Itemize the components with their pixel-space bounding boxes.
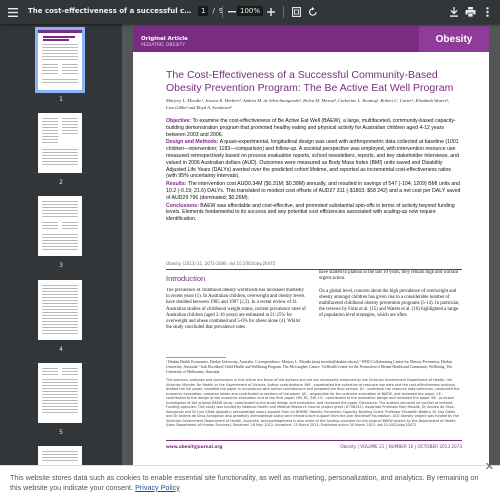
toolbar-divider [283, 6, 284, 18]
pdf-toolbar: The cost-effectiveness of a successful c… [0, 0, 500, 24]
current-page-input[interactable]: 1 [198, 6, 209, 16]
thumbnail-label: 4 [59, 346, 63, 353]
affiliations-footnote: ¹ Deakin Health Economics, Deakin Univer… [166, 360, 453, 374]
more-options-icon[interactable] [479, 4, 495, 20]
disclosure-fine-print: The opinions, analyses and conclusions i… [166, 378, 460, 427]
zoom-in-icon[interactable] [263, 4, 279, 20]
footer-rule [166, 440, 462, 441]
article-authors: Marjory L. Moodie¹, Jessica K. Herbert²,… [166, 98, 450, 110]
toolbar-divider [222, 6, 223, 18]
article-category-label: PEDIATRIC OBESITY [141, 43, 186, 48]
zoom-level[interactable]: 100% [237, 6, 264, 16]
page-thumbnail-5[interactable] [38, 363, 82, 423]
print-icon[interactable] [462, 4, 478, 20]
download-icon[interactable] [446, 4, 462, 20]
article-header-band: Original Article PEDIATRIC OBESITY Obesi… [133, 26, 489, 52]
page-thumbnail-1[interactable] [35, 27, 85, 93]
menu-icon[interactable] [5, 4, 21, 20]
thumbnail-sidebar: 1 2 3 4 5 [0, 24, 122, 500]
journal-name: Obesity [419, 26, 489, 52]
abstract-objective: Objective: To examine the cost-effective… [166, 118, 456, 138]
cookie-banner: This website stores data such as cookies… [0, 462, 500, 500]
footnote-rule [166, 357, 226, 358]
pdf-page: Original Article PEDIATRIC OBESITY Obesi… [133, 26, 489, 500]
intro-column-right: have started to plateau in the last 10 y… [319, 270, 460, 319]
page-separator: / [212, 7, 215, 15]
article-title: The Cost-Effectiveness of a Successful C… [166, 69, 454, 94]
thumbnail-label: 2 [59, 179, 63, 186]
thumbnail-label: 5 [59, 429, 63, 436]
intro-column-left: The prevalence of childhood obesity worl… [166, 288, 306, 331]
page-thumbnail-2[interactable] [38, 113, 82, 173]
close-icon[interactable]: ✕ [485, 462, 494, 473]
cookie-text: This website stores data such as cookies… [10, 473, 479, 492]
fit-page-icon[interactable] [288, 4, 304, 20]
page-thumbnail-4[interactable] [38, 280, 82, 340]
thumbnail-label: 3 [59, 262, 63, 269]
article-citation: Obesity (2013) 21, 2072-2080. doi:10.100… [166, 261, 276, 266]
journal-url: www.obesityjournal.org [166, 444, 223, 449]
article-type-label: Original Article [141, 36, 188, 42]
document-title: The cost-effectiveness of a successful c… [28, 7, 193, 15]
issue-info: Obesity | VOLUME 21 | NUMBER 10 | OCTOBE… [340, 444, 462, 449]
abstract-results: Results: The intervention cost AUD0.34M … [166, 181, 461, 201]
article-abstract: Objective: To examine the cost-effective… [166, 118, 462, 256]
abstract-conclusions: Conclusions: BAEW was affordable and cos… [166, 202, 455, 223]
rotate-icon[interactable] [305, 4, 321, 20]
page-indicator: 1 / 9 [198, 6, 223, 16]
page-thumbnail-3[interactable] [38, 196, 82, 256]
privacy-policy-link[interactable]: Privacy Policy [135, 483, 180, 492]
introduction-heading: Introduction [166, 274, 206, 283]
thumbnail-label: 1 [59, 96, 63, 103]
abstract-methods: Design and Methods: A quasi-experimental… [166, 139, 459, 180]
